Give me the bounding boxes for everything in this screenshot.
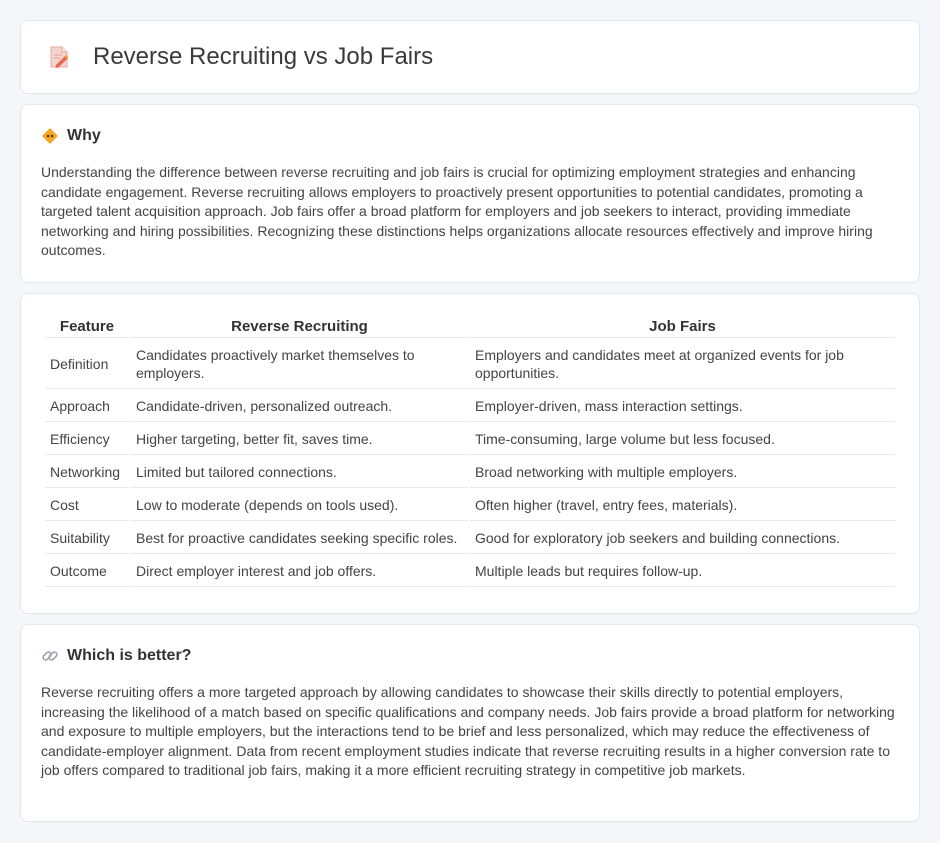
table-cell: Cost: [45, 490, 129, 521]
page: Reverse Recruiting vs Job Fairs Why Unde…: [0, 0, 940, 842]
table-cell: Direct employer interest and job offers.: [131, 556, 468, 587]
table-row: Cost Low to moderate (depends on tools u…: [45, 490, 895, 521]
table-cell: Suitability: [45, 523, 129, 554]
table-cell: Employers and candidates meet at organiz…: [470, 340, 895, 389]
table-cell: Good for exploratory job seekers and bui…: [470, 523, 895, 554]
why-text: Understanding the difference between rev…: [41, 164, 873, 259]
table-row: Efficiency Higher targeting, better fit,…: [45, 424, 895, 455]
better-text: Reverse recruiting offers a more targete…: [41, 684, 895, 779]
header-card: Reverse Recruiting vs Job Fairs: [20, 20, 920, 94]
table-cell: Candidates proactively market themselves…: [131, 340, 468, 389]
table-row: Outcome Direct employer interest and job…: [45, 556, 895, 587]
column-header-job-fairs: Job Fairs: [470, 316, 895, 338]
column-header-reverse-recruiting: Reverse Recruiting: [131, 316, 468, 338]
table-header-row: Feature Reverse Recruiting Job Fairs: [45, 316, 895, 338]
better-heading: Which is better?: [41, 647, 899, 665]
column-header-feature: Feature: [45, 316, 129, 338]
page-title: Reverse Recruiting vs Job Fairs: [93, 43, 434, 70]
table-cell: Limited but tailored connections.: [131, 457, 468, 488]
table-cell: Approach: [45, 391, 129, 422]
table-cell: Time-consuming, large volume but less fo…: [470, 424, 895, 455]
comparison-table: Feature Reverse Recruiting Job Fairs Def…: [43, 314, 897, 589]
document-pencil-icon: [45, 43, 73, 71]
table-row: Approach Candidate-driven, personalized …: [45, 391, 895, 422]
table-cell: Best for proactive candidates seeking sp…: [131, 523, 468, 554]
table-cell: Networking: [45, 457, 129, 488]
table-cell: Multiple leads but requires follow-up.: [470, 556, 895, 587]
better-card: Which is better? Reverse recruiting offe…: [20, 624, 920, 822]
table-row: Networking Limited but tailored connecti…: [45, 457, 895, 488]
table-cell: Employer-driven, mass interaction settin…: [470, 391, 895, 422]
why-heading: Why: [41, 127, 899, 145]
table-cell: Low to moderate (depends on tools used).: [131, 490, 468, 521]
table-cell: Outcome: [45, 556, 129, 587]
table-row: Suitability Best for proactive candidate…: [45, 523, 895, 554]
better-title: Which is better?: [67, 647, 192, 664]
why-card: Why Understanding the difference between…: [20, 104, 920, 283]
table-cell: Broad networking with multiple employers…: [470, 457, 895, 488]
table-cell: Often higher (travel, entry fees, materi…: [470, 490, 895, 521]
table-cell: Efficiency: [45, 424, 129, 455]
comparison-card: Feature Reverse Recruiting Job Fairs Def…: [20, 293, 920, 614]
link-icon: [41, 647, 59, 665]
table-row: Definition Candidates proactively market…: [45, 340, 895, 389]
why-title: Why: [67, 127, 101, 144]
table-cell: Higher targeting, better fit, saves time…: [131, 424, 468, 455]
table-cell: Definition: [45, 340, 129, 389]
diamond-icon: [41, 127, 59, 145]
table-cell: Candidate-driven, personalized outreach.: [131, 391, 468, 422]
